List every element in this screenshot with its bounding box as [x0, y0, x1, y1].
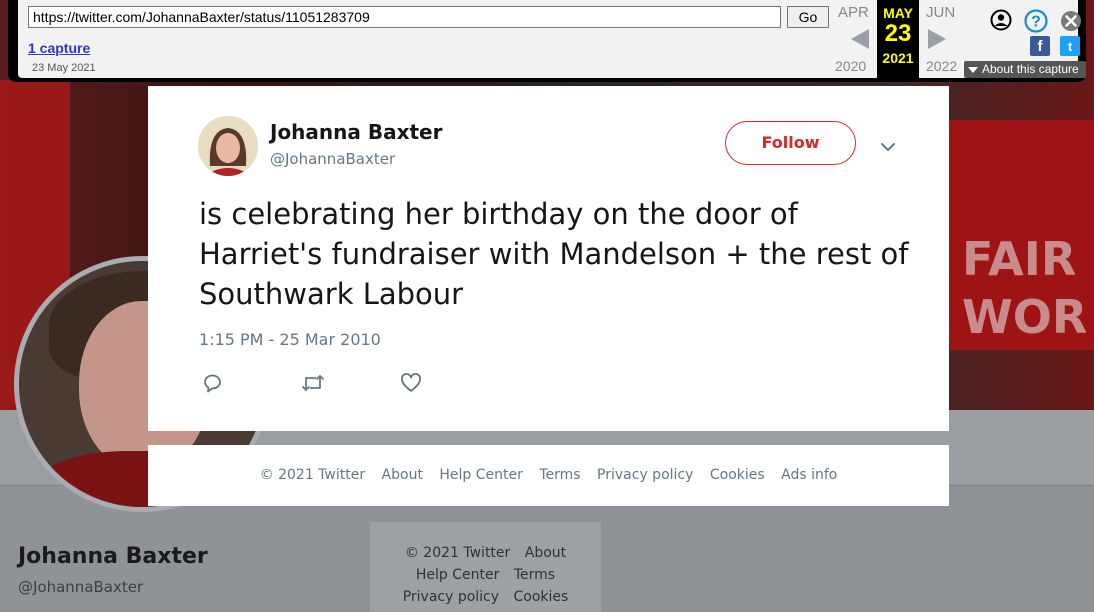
caret-down-icon — [968, 66, 978, 73]
banner-text-line2: WOR — [962, 290, 1088, 344]
profile-footer-help[interactable]: Help Center — [416, 567, 500, 583]
footer-privacy-link[interactable]: Privacy policy — [597, 467, 693, 483]
profile-footer-cookies[interactable]: Cookies — [514, 589, 569, 605]
wayback-prev-year[interactable]: 2020 — [835, 58, 866, 74]
wayback-current-year: 2021 — [882, 50, 914, 66]
wayback-go-button[interactable]: Go — [787, 6, 829, 28]
page-footer: © 2021 Twitter About Help Center Terms P… — [148, 445, 949, 506]
wayback-toolbar-panel: https://twitter.com/JohannaBaxter/status… — [18, 0, 1086, 78]
avatar-photo-icon — [198, 116, 258, 176]
close-icon[interactable] — [1060, 10, 1082, 32]
wayback-current-date: MAY 23 2021 — [877, 0, 919, 78]
profile-handle: @JohannaBaxter — [18, 578, 144, 596]
wayback-prev-month[interactable]: APR — [838, 4, 869, 21]
user-icon[interactable] — [990, 9, 1012, 31]
follow-button[interactable]: Follow — [725, 121, 856, 165]
wayback-next-arrow-icon[interactable] — [928, 29, 946, 49]
tweet-author-name[interactable]: Johanna Baxter — [270, 120, 442, 144]
wayback-current-day: 23 — [884, 20, 912, 47]
footer-help-center-link[interactable]: Help Center — [439, 467, 523, 483]
wayback-capture-date: 23 May 2021 — [32, 62, 96, 74]
facebook-icon[interactable]: f — [1030, 36, 1050, 56]
profile-footer-about[interactable]: About — [525, 545, 566, 561]
tweet-author-avatar[interactable] — [198, 116, 258, 176]
tweet-text: is celebrating her birthday on the door … — [199, 197, 909, 311]
retweet-icon[interactable] — [300, 372, 326, 394]
wayback-url-input[interactable]: https://twitter.com/JohannaBaxter/status… — [28, 6, 781, 28]
like-icon[interactable] — [400, 372, 422, 394]
profile-footer: © 2021 Twitter About Help Center Terms P… — [370, 522, 601, 612]
tweet-timestamp[interactable]: 1:15 PM - 25 Mar 2010 — [199, 330, 381, 349]
footer-cookies-link[interactable]: Cookies — [710, 467, 765, 483]
chevron-down-icon[interactable] — [880, 142, 896, 152]
wayback-prev-arrow-icon[interactable] — [851, 29, 869, 49]
tweet-card: Johanna Baxter @JohannaBaxter Follow is … — [148, 86, 949, 431]
wayback-captures-link[interactable]: 1 capture — [28, 40, 90, 56]
wayback-toolbar: https://twitter.com/JohannaBaxter/status… — [8, 0, 1086, 82]
footer-about-link[interactable]: About — [382, 467, 423, 483]
banner-text-line1: FAIR D — [962, 232, 1094, 286]
svg-text:?: ? — [1031, 14, 1041, 31]
tweet-author-handle[interactable]: @JohannaBaxter — [270, 150, 395, 168]
profile-footer-privacy[interactable]: Privacy policy — [403, 589, 499, 605]
wayback-about-label: About this capture — [982, 62, 1079, 76]
profile-name: Johanna Baxter — [18, 544, 208, 569]
reply-icon[interactable] — [201, 372, 223, 394]
wayback-about-capture-button[interactable]: About this capture — [964, 61, 1086, 78]
wayback-next-year[interactable]: 2022 — [926, 58, 957, 74]
footer-ads-info-link[interactable]: Ads info — [781, 467, 837, 483]
footer-copyright: © 2021 Twitter — [259, 467, 366, 483]
wayback-next-month[interactable]: JUN — [926, 4, 955, 21]
wayback-current-month: MAY — [883, 5, 913, 21]
help-icon[interactable]: ? — [1024, 9, 1048, 33]
footer-terms-link[interactable]: Terms — [539, 467, 580, 483]
header-banner: FAIR D WOR — [948, 120, 1094, 350]
profile-footer-copyright: © 2021 Twitter — [404, 545, 511, 561]
profile-footer-terms[interactable]: Terms — [514, 567, 555, 583]
twitter-icon[interactable]: t — [1060, 36, 1080, 56]
